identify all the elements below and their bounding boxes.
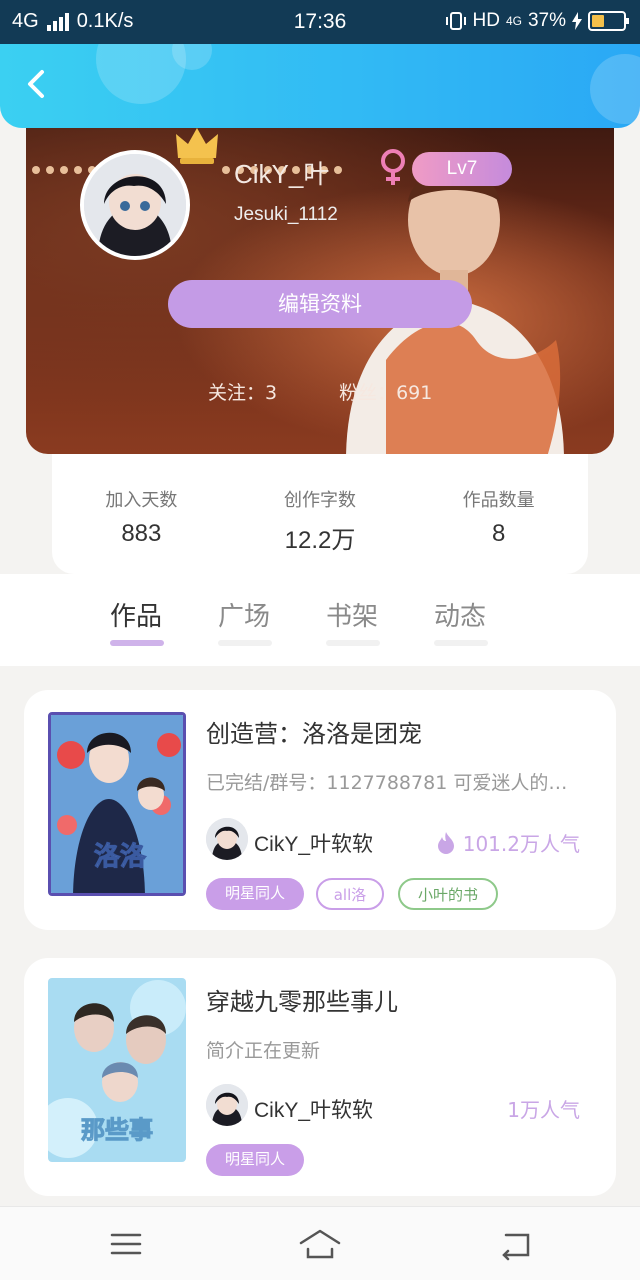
book-card[interactable]: 洛洛 创造营：洛洛是团宠 已完结/群号：1127788781 可爱迷人的… Ci… bbox=[24, 690, 616, 930]
stats-card: 加入天数 883 创作字数 12.2万 作品数量 8 bbox=[52, 454, 588, 574]
stat-value: 8 bbox=[492, 520, 506, 547]
battery-percent: 37% bbox=[527, 10, 566, 31]
author-avatar[interactable] bbox=[206, 1084, 248, 1126]
author-name[interactable]: CikY_叶软软 bbox=[254, 1094, 373, 1124]
tab-square[interactable]: 广场 bbox=[216, 596, 272, 646]
tab-label: 广场 bbox=[217, 602, 270, 632]
stat-join-days: 加入天数 883 bbox=[52, 454, 231, 574]
book-card[interactable]: 那些事 穿越九零那些事儿 简介正在更新 CikY_叶软软 1万人气 明星同人 bbox=[24, 958, 616, 1196]
book-cover-image: 那些事 bbox=[48, 978, 186, 1162]
tab-label: 书架 bbox=[325, 602, 378, 632]
popularity-value: 101.2万人气 bbox=[462, 832, 580, 856]
stat-word-count: 创作字数 12.2万 bbox=[231, 454, 410, 574]
tab-label: 作品 bbox=[109, 602, 162, 632]
tag-series[interactable]: 小叶的书 bbox=[398, 878, 498, 910]
vibrate-icon bbox=[445, 12, 466, 30]
book-cover-image: 洛洛 bbox=[51, 715, 183, 893]
tab-label: 动态 bbox=[433, 602, 486, 632]
system-nav-bar bbox=[0, 1206, 640, 1280]
tag-category[interactable]: 明星同人 bbox=[206, 878, 304, 910]
hd-label: HD bbox=[472, 10, 500, 31]
stat-value: 883 bbox=[121, 520, 162, 547]
popularity: 1万人气 bbox=[507, 1094, 580, 1123]
book-description: 已完结/群号：1127788781 可爱迷人的… bbox=[206, 772, 568, 794]
tab-works[interactable]: 作品 bbox=[108, 596, 164, 646]
back-icon[interactable] bbox=[494, 1227, 538, 1261]
crown-icon bbox=[176, 128, 218, 164]
svg-text:洛洛: 洛洛 bbox=[94, 841, 147, 872]
edit-profile-button[interactable]: 编辑资料 bbox=[168, 280, 472, 328]
svg-text:那些事: 那些事 bbox=[81, 1116, 153, 1144]
tab-activity[interactable]: 动态 bbox=[432, 596, 488, 646]
flame-icon bbox=[437, 831, 454, 854]
tag-keyword[interactable]: all洛 bbox=[316, 878, 384, 910]
avatar-image bbox=[84, 154, 186, 256]
stat-works-count: 作品数量 8 bbox=[409, 454, 588, 574]
author-name[interactable]: CikY_叶软软 bbox=[254, 828, 373, 858]
stat-label: 加入天数 bbox=[105, 490, 178, 511]
book-title[interactable]: 创造营：洛洛是团宠 bbox=[206, 714, 422, 749]
stat-label: 创作字数 bbox=[284, 490, 356, 511]
author-avatar[interactable] bbox=[206, 818, 248, 860]
popularity: 101.2万人气 bbox=[437, 828, 580, 857]
avatar[interactable] bbox=[80, 150, 190, 260]
popularity-value: 1万人气 bbox=[507, 1098, 580, 1122]
home-icon[interactable] bbox=[298, 1227, 342, 1261]
status-right: HD 4G 37% bbox=[445, 10, 629, 32]
menu-icon[interactable] bbox=[104, 1227, 148, 1261]
user-id: Jesuki_1112 bbox=[234, 204, 338, 225]
tab-indicator bbox=[434, 640, 488, 646]
status-bar: 4G 0.1K/s 17:36 HD 4G 37% bbox=[0, 0, 640, 44]
tab-bookshelf[interactable]: 书架 bbox=[324, 596, 380, 646]
decor-bubble bbox=[590, 54, 640, 124]
tab-bar: 作品 广场 书架 动态 bbox=[0, 574, 640, 666]
follow-stats: 关注：3 粉丝：691 bbox=[208, 378, 432, 405]
profile-banner: CikY_叶 Lv7 Jesuki_1112 编辑资料 关注：3 粉丝：691 bbox=[26, 110, 614, 454]
book-cover[interactable]: 那些事 bbox=[48, 978, 186, 1162]
tab-indicator bbox=[110, 640, 164, 646]
tag-category[interactable]: 明星同人 bbox=[206, 1144, 304, 1176]
female-icon bbox=[381, 149, 405, 185]
tab-indicator bbox=[326, 640, 380, 646]
stat-value: 12.2万 bbox=[284, 527, 356, 554]
charging-icon bbox=[572, 12, 582, 30]
header-bar bbox=[0, 44, 640, 128]
battery-icon bbox=[588, 11, 629, 31]
book-title[interactable]: 穿越九零那些事儿 bbox=[206, 982, 398, 1017]
level-badge: Lv7 bbox=[412, 152, 512, 186]
tab-indicator bbox=[218, 640, 272, 646]
stat-label: 作品数量 bbox=[462, 490, 535, 511]
username: CikY_叶 bbox=[234, 159, 330, 189]
fans-count[interactable]: 粉丝：691 bbox=[339, 378, 432, 405]
chevron-left-icon[interactable] bbox=[18, 64, 58, 104]
book-cover[interactable]: 洛洛 bbox=[48, 712, 186, 896]
book-description: 简介正在更新 bbox=[206, 1040, 321, 1062]
network-type-2: 4G bbox=[505, 14, 522, 28]
following-count[interactable]: 关注：3 bbox=[208, 378, 277, 405]
